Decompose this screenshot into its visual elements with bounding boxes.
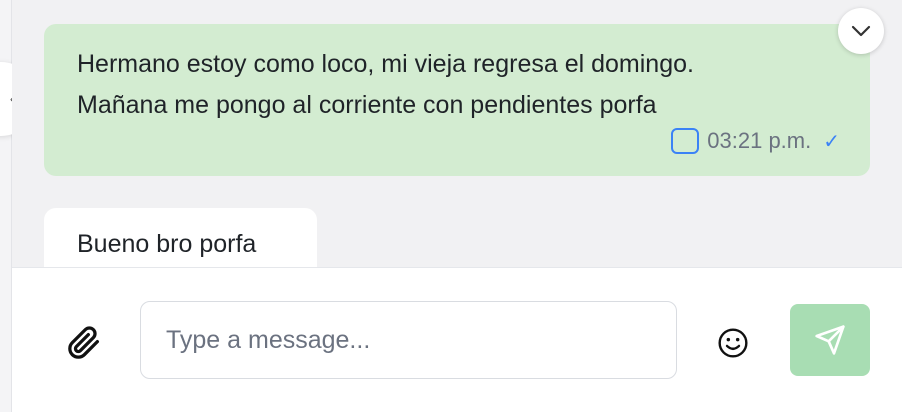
incoming-message-bubble[interactable]: Bueno bro porfa [44,208,317,267]
paperclip-icon [68,326,100,359]
scroll-down-button[interactable] [838,8,884,54]
outgoing-message-bubble[interactable]: Hermano estoy como loco, mi vieja regres… [44,24,870,176]
message-timestamp: 03:21 p.m. [707,128,812,153]
chevron-down-icon [851,25,871,37]
send-icon [815,325,845,355]
message-text: Hermano estoy como loco, mi vieja regres… [77,44,694,126]
message-input[interactable] [140,301,677,379]
message-line: Hermano estoy como loco, mi vieja regres… [77,50,694,78]
smiley-icon [718,328,748,358]
checkmark-icon: ✓ [823,130,840,153]
message-meta: 03:21 p.m. ✓ [671,128,840,154]
emoji-button[interactable] [715,325,751,361]
message-line: Mañana me pongo al corriente con pendien… [77,91,657,119]
message-select-checkbox[interactable] [671,128,700,154]
message-composer [12,267,902,412]
send-button[interactable] [790,304,870,376]
attach-button[interactable] [64,323,104,363]
chat-messages-area[interactable]: Hermano estoy como loco, mi vieja regres… [12,0,902,267]
message-line: Bueno bro porfa [77,230,257,258]
message-text: Bueno bro porfa [77,226,256,262]
